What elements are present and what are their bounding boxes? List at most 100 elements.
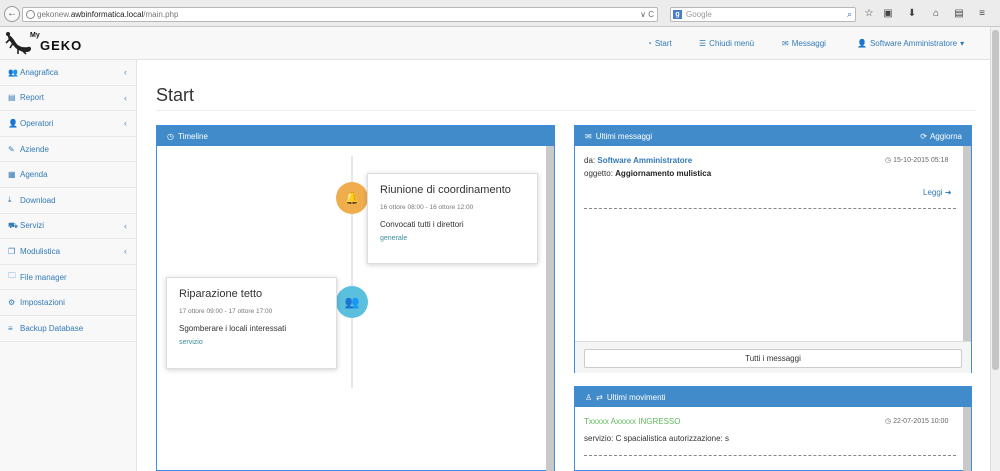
- nav-messages-link[interactable]: ✉ Messaggi: [782, 39, 826, 48]
- page-scrollbar-thumb[interactable]: [992, 30, 999, 370]
- sidebar-item-backup-database[interactable]: ≡ Backup Database: [0, 316, 136, 342]
- folder-icon: 🗀: [8, 271, 16, 281]
- all-messages-button[interactable]: Tutti i messaggi: [584, 349, 962, 368]
- browser-search-input[interactable]: g Google ⌕: [670, 7, 856, 22]
- chevron-left-icon: ‹: [124, 246, 127, 257]
- movement-name-link[interactable]: Txxxxx Axxxxx INGRESSO: [584, 417, 680, 426]
- person-icon: ♙: [585, 392, 593, 402]
- back-button[interactable]: ←: [4, 6, 20, 22]
- timeline-event-card[interactable]: Riparazione tetto 17 ottore 09:00 - 17 o…: [166, 277, 337, 369]
- timeline-scrollbar[interactable]: [546, 146, 554, 471]
- url-domain: awbinformatica.local: [70, 10, 144, 19]
- sidebar-item-label: File manager: [20, 272, 67, 282]
- download-arrow-icon[interactable]: ⬇: [905, 7, 919, 21]
- url-path: /main.php: [143, 10, 179, 19]
- chevron-left-icon: ‹: [124, 67, 127, 77]
- refresh-button[interactable]: ⟳ Aggiorna: [920, 132, 962, 141]
- truck-icon: ⛟: [8, 220, 19, 230]
- sidebar-item-label: Aziende: [20, 144, 49, 154]
- sidebar-item-label: Backup Database: [20, 323, 84, 333]
- chevron-left-icon: ‹: [124, 220, 127, 231]
- sidebar-item-modulistica[interactable]: ❐ Modulistica ‹: [0, 239, 136, 265]
- reload-icon[interactable]: ∨ C: [640, 8, 654, 21]
- caret-down-icon: ▾: [960, 39, 965, 48]
- nav-close-menu-label: Chiudi menù: [709, 39, 755, 48]
- copy-icon: ❐: [8, 246, 16, 256]
- google-icon: g: [673, 10, 682, 19]
- chevron-left-icon: ‹: [124, 118, 127, 129]
- sidebar-item-label: Anagrafica: [20, 67, 59, 77]
- read-label: Leggi: [923, 188, 943, 197]
- movement-item: Txxxxx Axxxxx INGRESSO ◷ 22-07-2015 10:0…: [575, 407, 963, 471]
- arrow-circle-right-icon: ➜: [944, 188, 952, 197]
- logo-my: My: [30, 32, 40, 39]
- movement-service: servizio: C spacialistica autorizzazione…: [584, 434, 729, 443]
- subject-label: oggetto:: [584, 169, 613, 178]
- envelope-icon: ✉: [782, 39, 789, 48]
- service-label: servizio:: [584, 434, 614, 443]
- message-divider: [584, 208, 956, 209]
- message-subject: oggetto: Aggiornamento mulistica: [584, 169, 711, 178]
- geko-logo[interactable]: My GEKO: [4, 30, 89, 56]
- chevron-left-icon: ‹: [124, 92, 127, 103]
- nav-close-menu-link[interactable]: ☰ Chiudi menù: [699, 39, 754, 48]
- message-date-value: 15-10-2015 05:18: [893, 157, 949, 164]
- refresh-label: Aggiorna: [929, 132, 962, 141]
- sidebar-item-aziende[interactable]: ✎ Aziende: [0, 137, 136, 163]
- nav-start-link[interactable]: ◔ Start: [647, 39, 672, 48]
- message-sender-link[interactable]: Software Amministratore: [597, 156, 692, 165]
- sidebar-item-anagrafica[interactable]: 👥 Anagrafica ‹: [0, 60, 136, 86]
- nav-user-label: Software Amministratore: [869, 39, 958, 48]
- user-icon: 👤: [8, 118, 18, 128]
- bars-icon: ≡: [8, 323, 13, 333]
- star-icon[interactable]: ☆: [862, 7, 876, 21]
- sidebar: 👥 Anagrafica ‹ ▤ Report ‹ 👤 Operatori ‹ …: [0, 60, 137, 471]
- timeline-heading: Timeline: [177, 131, 208, 141]
- top-navbar: My GEKO ◔ Start ☰ Chiudi menù ✉ Messaggi…: [0, 27, 990, 60]
- sidebar-item-impostazioni[interactable]: ⚙ Impostazioni: [0, 290, 136, 316]
- movements-heading: Ultimi movimenti: [606, 392, 666, 402]
- event-body: Convocati tutti i direttori: [380, 220, 464, 229]
- sidebar-item-agenda[interactable]: ▦ Agenda: [0, 162, 136, 188]
- nav-messages-label: Messaggi: [791, 39, 826, 48]
- bell-icon: 🔔: [336, 182, 368, 214]
- download-icon: ⤓: [8, 195, 12, 205]
- timeline-event-card[interactable]: Riunione di coordinamento 16 ottore 08:0…: [367, 173, 538, 264]
- read-message-link[interactable]: Leggi ➜: [923, 188, 952, 197]
- address-bar[interactable]: gekonew.awbinformatica.local/main.php ∨ …: [22, 7, 658, 22]
- event-category: generale: [380, 235, 408, 242]
- sidebar-item-download[interactable]: ⤓ Download: [0, 188, 136, 214]
- message-item: da: Software Amministratore ◷ 15-10-2015…: [575, 146, 963, 341]
- nav-start-label: Start: [654, 39, 672, 48]
- sidebar-item-report[interactable]: ▤ Report ‹: [0, 86, 136, 112]
- movement-date: ◷ 22-07-2015 10:00: [885, 417, 948, 425]
- sidebar-item-label: Agenda: [20, 170, 48, 180]
- movement-date-value: 22-07-2015 10:00: [893, 418, 949, 425]
- message-from: da: Software Amministratore: [584, 156, 692, 165]
- sidebar-item-servizi[interactable]: ⛟ Servizi ‹: [0, 214, 136, 240]
- calendar-icon: ▦: [8, 170, 16, 180]
- group-icon: 👥: [336, 286, 368, 318]
- movements-scrollbar[interactable]: [963, 407, 971, 471]
- message-date: ◷ 15-10-2015 05:18: [885, 156, 948, 164]
- sidebar-item-file-manager[interactable]: 🗀 File manager: [0, 265, 136, 291]
- movements-panel: ♙ ⇄ Ultimi movimenti Txxxxx Axxxxx INGRE…: [574, 386, 972, 471]
- user-icon: 👤: [857, 39, 867, 48]
- event-date: 16 ottore 08:00 - 16 ottore 12:00: [380, 204, 474, 211]
- clock-icon: ◷: [885, 157, 892, 164]
- timeline-body: 🔔 Riunione di coordinamento 16 ottore 08…: [157, 146, 554, 471]
- search-placeholder: Google: [686, 10, 712, 19]
- title-divider: [156, 110, 976, 111]
- nav-user-dropdown[interactable]: 👤 Software Amministratore ▾: [857, 39, 964, 48]
- menu-icon[interactable]: ≡: [975, 7, 989, 21]
- url-prefix: gekonew.: [37, 10, 71, 19]
- extension-icon[interactable]: ▤: [952, 7, 966, 21]
- sidebar-item-operatori[interactable]: 👤 Operatori ‹: [0, 111, 136, 137]
- messages-scrollbar[interactable]: [963, 146, 971, 346]
- search-icon[interactable]: ⌕: [847, 8, 852, 21]
- sidebar-item-label: Impostazioni: [20, 298, 65, 308]
- clipboard-icon[interactable]: ▣: [881, 7, 895, 21]
- clock-icon: ◷: [885, 418, 892, 425]
- home-icon[interactable]: ⌂: [929, 7, 943, 21]
- event-body: Sgomberare i locali interessati: [179, 324, 287, 333]
